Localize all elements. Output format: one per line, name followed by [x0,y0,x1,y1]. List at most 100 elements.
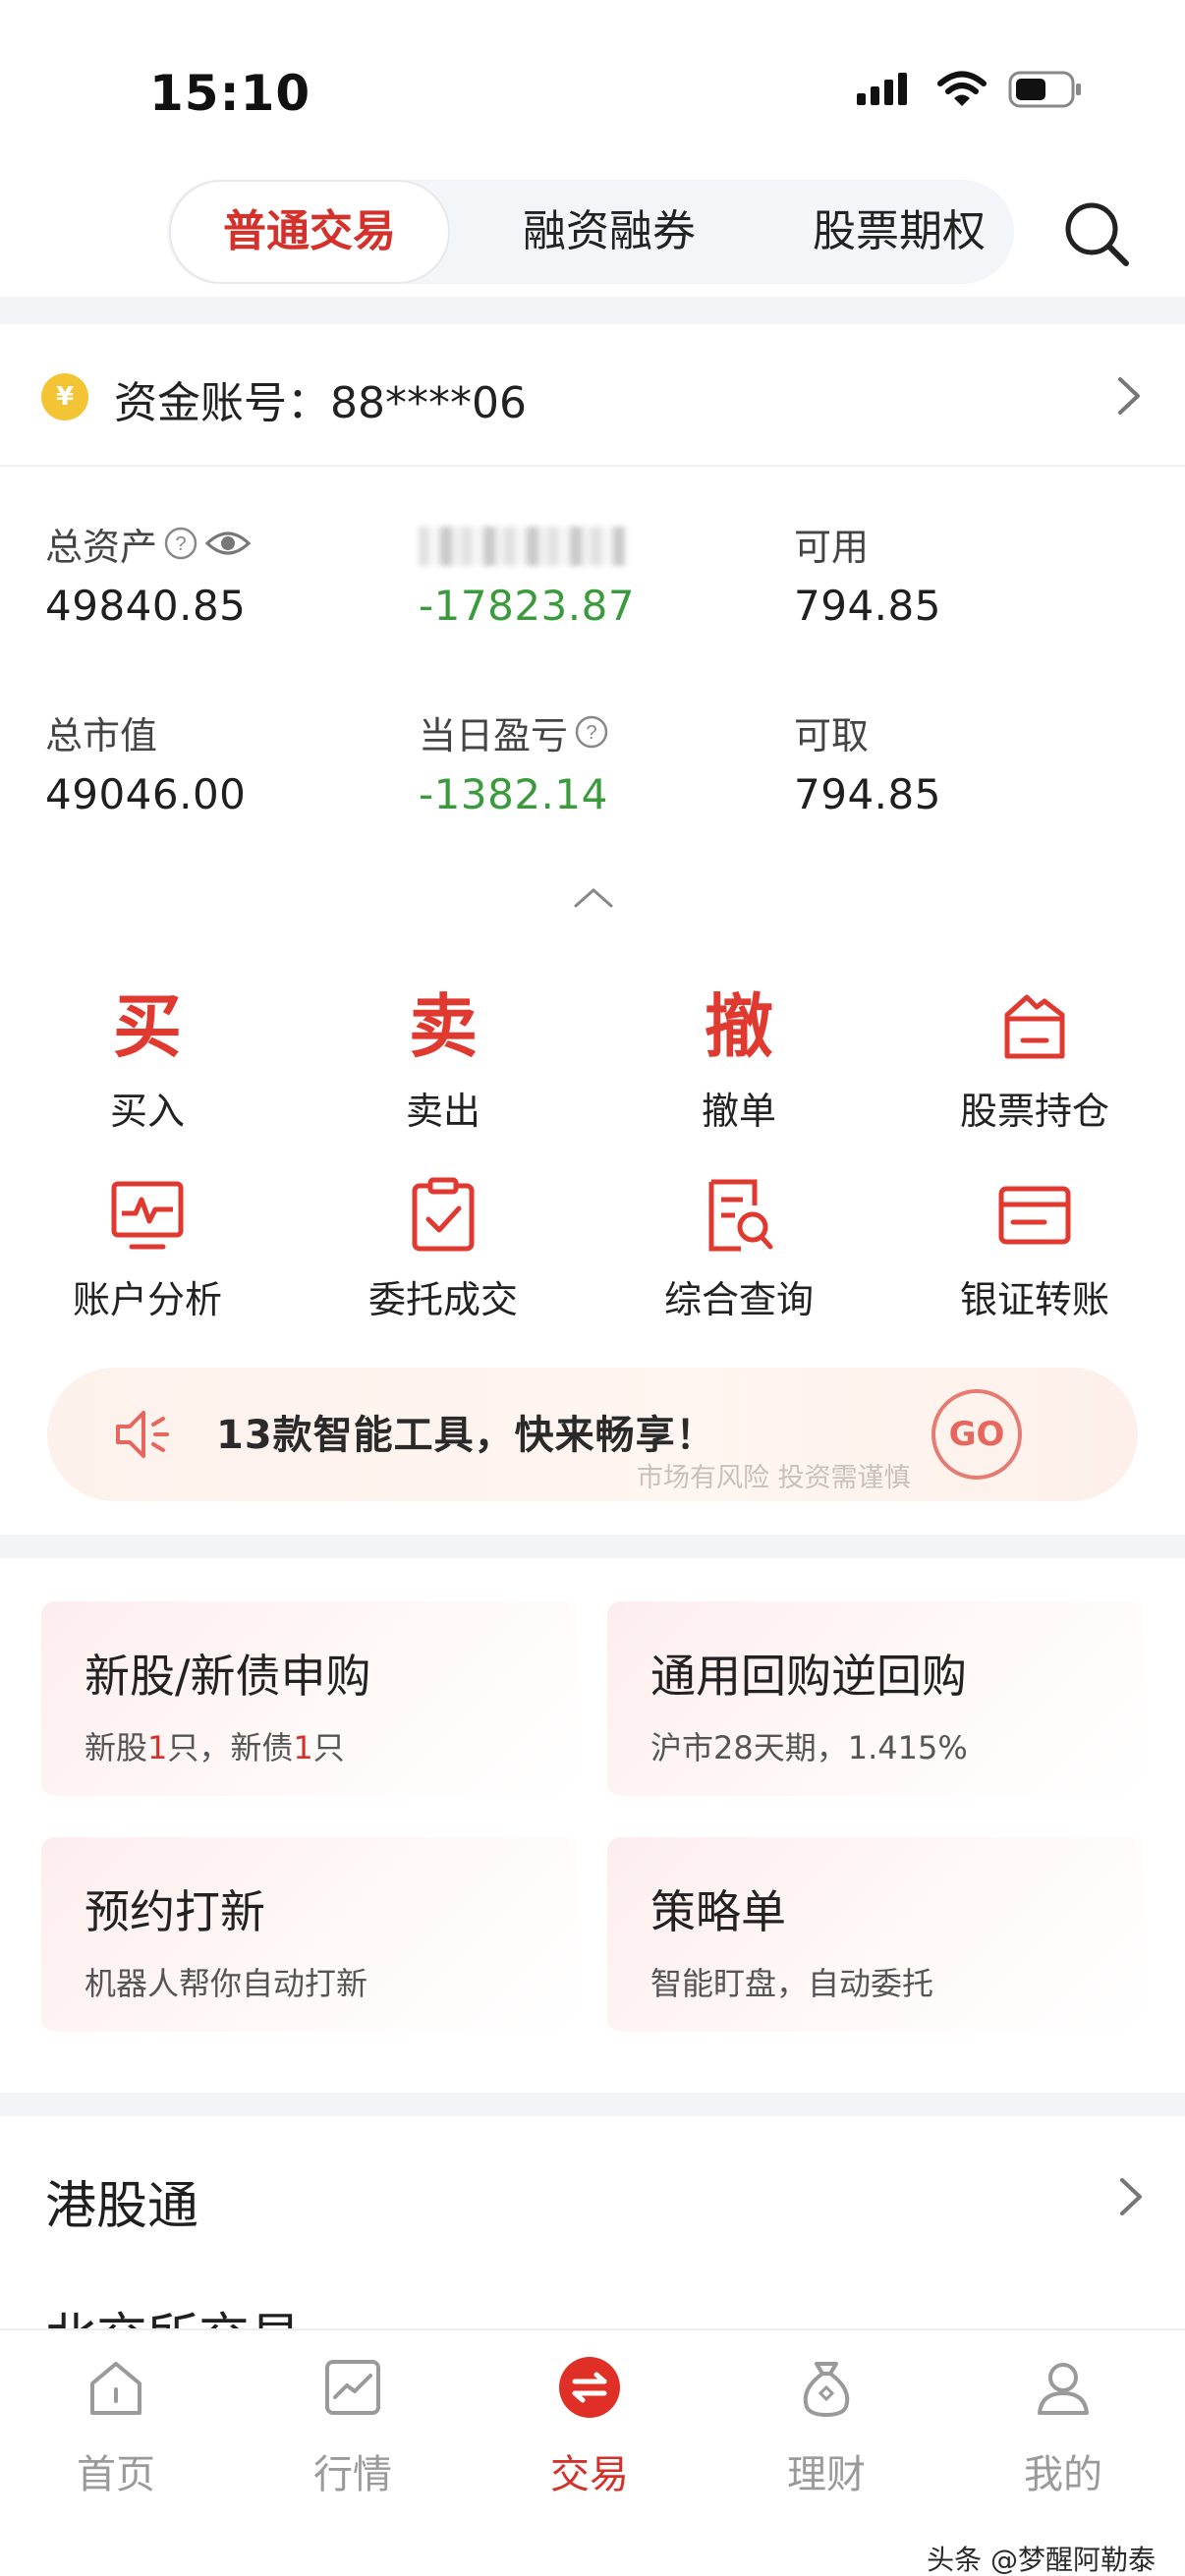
market-value-label: 总市值 [45,713,158,757]
document-search-icon [708,1179,773,1252]
sell-label: 卖出 [405,1090,480,1133]
available-funds: 可用 794.85 [794,519,941,631]
speaker-icon [116,1411,169,1458]
repo-title: 通用回购逆回购 [650,1650,967,1703]
home-icon [90,2362,141,2415]
nav-trade[interactable]: 交易 [491,2348,688,2499]
nav-home-label: 首页 [77,2452,155,2497]
signal-icon [857,73,907,105]
nav-mine-label: 我的 [1024,2452,1102,2497]
chevron-up-icon[interactable] [572,884,615,912]
hidden-field: -17823.87 [419,519,635,630]
nav-wealth[interactable]: 理财 [728,2348,925,2499]
promo-text: 13款智能工具，快来畅享！ [216,1413,716,1458]
nav-home[interactable]: 首页 [18,2348,214,2499]
go-button[interactable]: GO [931,1389,1022,1480]
buy-button[interactable]: 买 买入 [29,982,265,1135]
positions-label: 股票持仓 [959,1090,1109,1133]
wifi-icon [937,71,987,106]
sell-icon: 卖 [409,986,478,1067]
reserve-title: 预约打新 [85,1885,265,1938]
watermark: 头条 @梦醒阿勒泰 [927,2544,1156,2576]
strategy-title: 策略单 [650,1885,786,1938]
ipo-subscription-card[interactable]: 新股/新债申购 新股1只，新债1只 [41,1601,578,1796]
cancel-order-button[interactable]: 撤 撤单 [621,982,857,1135]
orders-trades-button[interactable]: 委托成交 [325,1171,561,1323]
available-label: 可用 [794,525,870,569]
hk-connect-title: 港股通 [45,2177,199,2236]
tab-stock-options[interactable]: 股票期权 [757,180,1042,284]
briefcase-icon [1004,994,1065,1059]
exchange-icon [559,2357,620,2418]
buy-label: 买入 [109,1090,185,1133]
positions-button[interactable]: 股票持仓 [917,982,1153,1135]
withdrawable-value: 794.85 [794,770,941,818]
cancel-label: 撤单 [701,1090,776,1133]
query-button[interactable]: 综合查询 [621,1171,857,1323]
nav-market[interactable]: 行情 [254,2348,451,2499]
orders-trades-label: 委托成交 [367,1278,518,1321]
available-value: 794.85 [794,582,941,630]
bank-transfer-label: 银证转账 [959,1278,1109,1321]
buy-icon: 买 [113,986,182,1067]
repo-card[interactable]: 通用回购逆回购 沪市28天期，1.415% [607,1601,1144,1796]
market-value: 总市值 49046.00 [45,707,247,819]
chevron-right-icon [1118,377,1140,415]
next-section-title[interactable]: 北交所交易 [45,2309,301,2328]
hk-connect-row[interactable]: 港股通 [0,2127,1185,2265]
withdrawable-funds: 可取 794.85 [794,707,941,819]
ipo-subtitle: 新股1只，新债1只 [85,1729,345,1766]
monitor-chart-icon [111,1181,184,1250]
account-row[interactable]: ¥ 资金账号：88****06 [0,324,1185,467]
daily-pnl-value: -1382.14 [419,770,608,818]
help-icon[interactable]: ? [574,714,609,750]
help-icon[interactable]: ? [163,526,198,561]
status-icons [857,71,1083,108]
section-divider [0,2093,1185,2116]
eye-icon[interactable] [204,526,252,561]
svg-text:?: ? [586,722,596,744]
account-analysis-label: 账户分析 [72,1278,222,1321]
search-icon[interactable] [1057,195,1136,273]
tab-normal-trade[interactable]: 普通交易 [169,180,450,284]
status-time: 15:10 [149,65,311,122]
trade-type-tabs: 普通交易 融资融券 股票期权 [167,180,1014,284]
repo-subtitle: 沪市28天期，1.415% [650,1729,968,1766]
tab-margin-trading[interactable]: 融资融券 [462,180,757,284]
daily-pnl: 当日盈亏 ? -1382.14 [419,707,609,819]
status-bar: 15:10 [0,0,1185,167]
nav-market-label: 行情 [313,2452,392,2497]
nav-mine[interactable]: 我的 [965,2348,1161,2499]
account-number: 资金账号：88****06 [114,378,527,428]
nav-wealth-label: 理财 [787,2452,866,2497]
query-label: 综合查询 [663,1278,814,1321]
sell-button[interactable]: 卖 卖出 [325,982,561,1135]
bank-transfer-button[interactable]: 银证转账 [917,1171,1153,1323]
money-bag-icon [803,2362,850,2418]
withdrawable-label: 可取 [794,713,870,757]
daily-pnl-label: 当日盈亏 [419,713,569,757]
risk-disclaimer: 市场有风险 投资需谨慎 [637,1463,911,1493]
chevron-right-icon [1120,2178,1142,2215]
total-assets-label: 总资产 [45,525,158,569]
clipboard-check-icon [412,1177,475,1252]
account-analysis-button[interactable]: 账户分析 [29,1171,265,1323]
strategy-subtitle: 智能盯盘，自动委托 [650,1965,934,2002]
nav-trade-label: 交易 [550,2452,629,2497]
svg-text:?: ? [175,533,186,555]
battery-icon [1008,71,1081,108]
user-icon [1038,2363,1089,2415]
hidden-field-value: -17823.87 [419,582,636,630]
ipo-title: 新股/新债申购 [85,1650,371,1703]
reserve-ipo-card[interactable]: 预约打新 机器人帮你自动打新 [41,1837,578,2032]
section-divider [0,297,1185,324]
reserve-subtitle: 机器人帮你自动打新 [85,1965,368,2002]
total-assets: 总资产 ? 49840.85 [45,519,252,630]
strategy-order-card[interactable]: 策略单 智能盯盘，自动委托 [607,1837,1144,2032]
smart-tools-banner[interactable]: 13款智能工具，快来畅享！ 市场有风险 投资需谨慎 GO [47,1368,1138,1501]
bank-card-icon [998,1186,1071,1245]
trend-chart-icon [325,2360,380,2415]
section-divider [0,1535,1185,1558]
market-value-value: 49046.00 [45,770,247,818]
blurred-label [419,527,625,566]
